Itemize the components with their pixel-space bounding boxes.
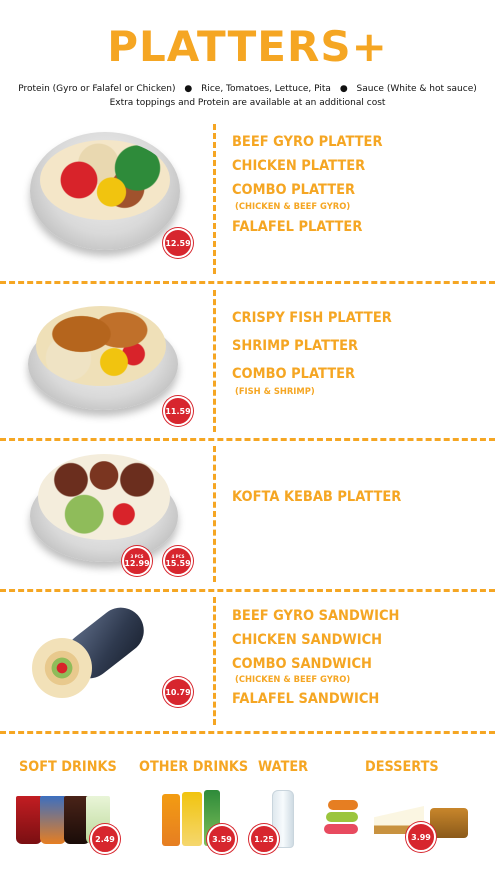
includes-protein: Protein (Gyro or Falafel or Chicken) [18,84,176,94]
menu-item: KOFTA KEBAB PLATTER [232,489,402,505]
section-items: KOFTA KEBAB PLATTER [232,489,414,505]
includes-sides: Rice, Tomatoes, Lettuce, Pita [201,84,331,94]
section-divider [0,281,495,284]
other-drinks-label: OTHER DRINKS [139,759,249,775]
price-amount: 11.59 [165,406,191,416]
price-amount: 12.99 [124,559,150,568]
section-items: BEEF GYRO PLATTER CHICKEN PLATTER COMBO … [232,134,394,235]
soft-drinks-label: SOFT DRINKS [19,759,117,775]
menu-item: CHICKEN SANDWICH [232,632,383,648]
macaron [326,812,358,822]
bullet: ● [339,84,348,94]
platter-includes: Protein (Gyro or Falafel or Chicken) ● R… [0,84,495,94]
menu-item: CHICKEN PLATTER [232,158,366,174]
menu-item-note: (FISH & SHRIMP) [235,387,315,397]
price-badge: 12.59 [163,228,193,258]
price-amount: 12.59 [165,238,191,248]
menu-board: PLATTERS+ Protein (Gyro or Falafel or Ch… [0,0,495,875]
menu-item: FALAFEL PLATTER [232,219,363,235]
menu-item: BEEF GYRO SANDWICH [232,608,400,624]
menu-item: BEEF GYRO PLATTER [232,134,383,150]
extra-note: Extra toppings and Protein are available… [109,98,386,108]
price-badge: 1.25 [249,824,279,854]
macaron [324,824,358,834]
price-badge: 3.99 [406,822,436,852]
section-items: BEEF GYRO SANDWICH CHICKEN SANDWICH COMB… [232,608,412,707]
menu-item: FALAFEL SANDWICH [232,691,380,707]
price-badge: 4 PCS 15.59 [163,546,193,576]
menu-item-note: (CHICKEN & BEEF GYRO) [235,202,351,212]
column-divider [213,290,216,432]
platter-food [36,306,166,386]
section-items: CRISPY FISH PLATTER SHRIMP PLATTER COMBO… [232,310,404,398]
menu-item: COMBO SANDWICH [232,656,372,672]
section-divider [0,589,495,592]
wrap-filling [32,638,92,698]
menu-item: COMBO PLATTER [232,182,355,198]
bullet: ● [184,84,193,94]
column-divider [213,124,216,274]
platter-food [40,140,170,220]
includes-sauce: Sauce (White & hot sauce) [356,84,477,94]
juice-bottle [182,792,202,846]
price-amount: 15.59 [165,559,191,568]
menu-item-note: (CHICKEN & BEEF GYRO) [235,675,351,685]
price-badge: 3 PCS 12.99 [122,546,152,576]
price-amount: 10.79 [165,687,191,697]
menu-item: SHRIMP PLATTER [232,338,359,354]
water-label: WATER [258,759,309,775]
section-divider [0,438,495,441]
price-amount: 3.99 [411,832,431,842]
page-title: PLATTERS+ [107,22,388,71]
price-badge: 2.49 [90,824,120,854]
menu-item: COMBO PLATTER [232,366,355,382]
juice-bottle [162,794,180,846]
price-badge: 10.79 [163,677,193,707]
platter-food [38,454,170,540]
column-divider [213,446,216,582]
column-divider [213,597,216,725]
macaron [328,800,358,810]
price-badge: 3.59 [207,824,237,854]
price-amount: 1.25 [254,834,274,844]
price-badge: 11.59 [163,396,193,426]
cup [40,796,66,844]
cup [16,796,42,844]
desserts-label: DESSERTS [365,759,439,775]
price-amount: 3.59 [212,834,232,844]
price-amount: 2.49 [95,834,115,844]
menu-item: CRISPY FISH PLATTER [232,310,392,326]
section-divider [0,731,495,734]
